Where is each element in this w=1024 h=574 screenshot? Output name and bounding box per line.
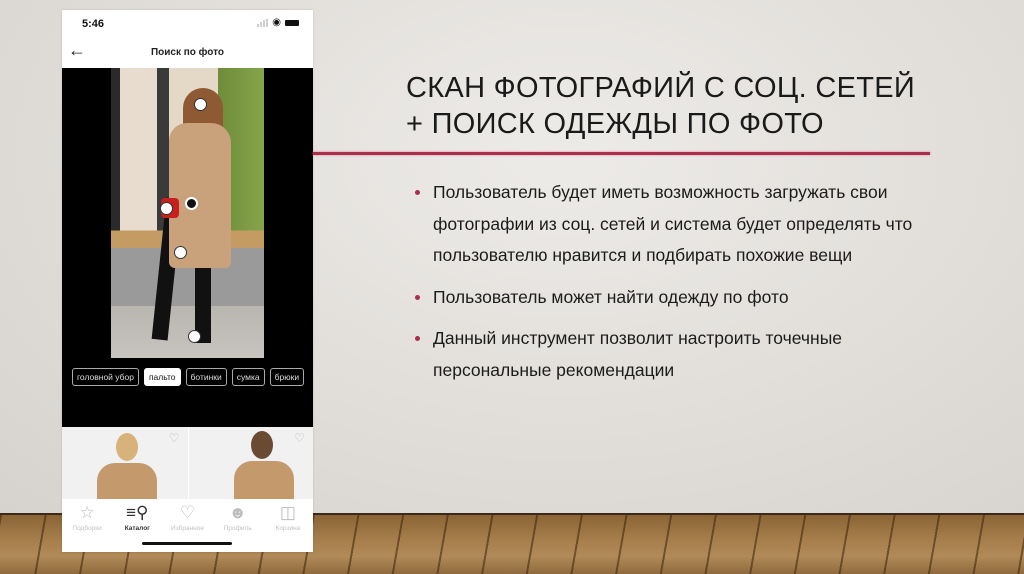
slide-title: СКАН ФОТОГРАФИЙ С СОЦ. СЕТЕЙ + ПОИСК ОДЕ… <box>406 70 966 142</box>
bottom-tab-bar: ☆ Подборки ≡⚲ Каталог ♡ Избранное ☻ Проф… <box>62 499 313 552</box>
hotspot-headwear[interactable] <box>194 98 207 111</box>
tab-label: Избранное <box>171 525 204 532</box>
tab-collections[interactable]: ☆ Подборки <box>62 499 112 552</box>
hotspot-coat[interactable] <box>185 197 198 210</box>
product-image-head <box>116 433 138 461</box>
hotspot-bag[interactable] <box>160 202 173 215</box>
product-image-coat <box>233 461 294 499</box>
tag-bag[interactable]: сумка <box>231 368 265 386</box>
product-card[interactable]: ♡ <box>62 427 188 499</box>
tag-trousers[interactable]: брюки <box>269 368 305 386</box>
slide-title-line-1: СКАН ФОТОГРАФИЙ С СОЦ. СЕТЕЙ <box>406 72 916 104</box>
bullet-item: Пользователь может найти одежду по фото <box>412 282 932 314</box>
star-icon: ☆ <box>79 503 95 522</box>
slide-title-line-2: + ПОИСК ОДЕЖДЫ ПО ФОТО <box>406 108 824 140</box>
bullet-list: Пользователь будет иметь возможность заг… <box>412 177 932 396</box>
tab-label: Корзина <box>275 525 301 532</box>
status-icons: ◉ <box>257 17 299 28</box>
heart-outline-icon[interactable]: ♡ <box>294 431 305 445</box>
title-divider <box>313 152 930 155</box>
photo-viewer: головной убор пальто ботинки сумка брюки <box>62 68 313 427</box>
bullet-item: Данный инструмент позволит настроить точ… <box>412 323 932 386</box>
tab-label: Подборки <box>72 525 102 532</box>
tag-headwear[interactable]: головной убор <box>72 368 139 386</box>
app-header: ← Поиск по фото <box>62 38 313 68</box>
battery-icon <box>285 20 299 26</box>
tab-cart[interactable]: ◫ Корзина <box>263 499 313 552</box>
product-image-coat <box>97 463 157 499</box>
screen-title: Поиск по фото <box>150 47 225 58</box>
detected-items-tags: головной убор пальто ботинки сумка брюки <box>72 368 307 386</box>
home-indicator <box>142 542 232 545</box>
wifi-icon: ◉ <box>272 17 281 28</box>
bag-icon: ◫ <box>279 503 296 522</box>
heart-icon: ♡ <box>179 503 196 522</box>
tab-label: Каталог <box>124 525 150 532</box>
profile-icon: ☻ <box>228 503 247 522</box>
catalog-search-icon: ≡⚲ <box>126 503 149 522</box>
hotspot-trousers[interactable] <box>174 246 187 259</box>
similar-products: ♡ ♡ <box>62 427 313 499</box>
phone-screenshot: 5:46 ◉ ← Поиск по фото головной убор пал… <box>62 10 313 552</box>
uploaded-photo <box>111 68 264 358</box>
tag-coat[interactable]: пальто <box>143 368 181 386</box>
heart-outline-icon[interactable]: ♡ <box>169 431 180 445</box>
bullet-item: Пользователь будет иметь возможность заг… <box>412 177 932 272</box>
status-time: 5:46 <box>82 18 105 30</box>
status-bar: 5:46 ◉ <box>62 10 313 38</box>
product-image-head <box>250 431 273 459</box>
hotspot-boots[interactable] <box>188 330 201 343</box>
signal-icon <box>257 19 269 27</box>
product-card[interactable]: ♡ <box>187 427 313 499</box>
tab-label: Профиль <box>223 525 252 532</box>
tag-boots[interactable]: ботинки <box>185 368 227 386</box>
